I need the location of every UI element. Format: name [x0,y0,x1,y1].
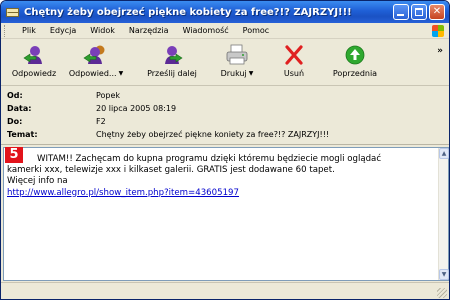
print-button[interactable]: Drukuj ▼ [219,44,255,78]
scroll-down-arrow-icon[interactable]: ▼ [439,269,449,280]
forward-label: Prześlij dalej [147,69,197,78]
step-number-badge: 5 [5,147,23,163]
reply-button[interactable]: Odpowiedz [9,44,59,78]
title-bar[interactable]: Chętny żeby obejrzeć piękne kobiety za f… [1,1,449,23]
menu-bar: Plik Edycja Widok Narzędzia Wiadomość Po… [1,23,449,39]
reply-label: Odpowiedz [11,69,57,78]
message-link[interactable]: http://www.allegro.pl/show_item.php?item… [7,188,239,198]
forward-icon [160,44,184,66]
to-value: F2 [96,116,106,126]
window-controls: ✕ [393,4,445,20]
subject-label: Temat: [7,129,38,139]
reply-all-button[interactable]: Odpowied... ▼ [63,44,129,78]
message-line-3: Więcej info na [7,176,68,187]
menu-tools[interactable]: Narzędzia [122,26,176,35]
reply-all-dropdown-icon[interactable]: ▼ [119,70,124,77]
menu-file[interactable]: Plik [15,26,43,35]
previous-arrow-icon [344,44,366,66]
delete-x-icon [283,44,305,66]
window-title: Chętny żeby obejrzeć piękne kobiety za f… [24,6,352,18]
reply-all-label: Odpowied... [68,69,117,78]
toolbar: Odpowiedz Odpowied... ▼ Prześlij dalej D… [1,40,449,86]
minimize-button[interactable] [393,4,409,20]
print-dropdown-icon[interactable]: ▼ [249,70,254,77]
print-label: Drukuj [220,69,247,78]
date-label: Data: [7,103,32,113]
header-to: Do: F2 [7,115,106,127]
envelope-icon [6,7,20,18]
header-subject: Temat: Chętny żeby obejrzeć piękne konie… [7,128,329,140]
from-label: Od: [7,90,23,100]
scroll-up-arrow-icon[interactable]: ▲ [439,148,449,159]
vertical-scrollbar[interactable]: ▲ ▼ [438,148,449,280]
windows-logo-icon [431,24,445,38]
menu-message[interactable]: Wiadomość [176,26,236,35]
menu-edit[interactable]: Edycja [43,26,83,35]
to-label: Do: [7,116,23,126]
previous-button[interactable]: Poprzednia [331,44,379,78]
message-line-1: WITAM!! Zachęcam do kupna programu dzięk… [37,154,382,164]
delete-label: Usuń [283,69,305,78]
maximize-button[interactable] [411,4,427,20]
menu-grip [4,24,7,37]
menu-help[interactable]: Pomoc [236,26,277,35]
email-window: Chętny żeby obejrzeć piękne kobiety za f… [0,0,450,300]
message-headers: Od: Popek Data: 20 lipca 2005 08:19 Do: … [1,87,449,145]
forward-button[interactable]: Prześlij dalej [139,44,205,78]
previous-label: Poprzednia [332,69,378,78]
minimize-icon [397,14,404,16]
printer-icon [225,44,249,66]
reply-all-icon [83,44,109,66]
header-from: Od: Popek [7,89,120,101]
maximize-icon [415,8,423,16]
close-button[interactable]: ✕ [429,4,445,20]
toolbar-overflow-icon[interactable]: » [437,46,443,56]
reply-icon [22,44,46,66]
message-line-2: kamerki xxx, telewizje xxx i kilkaset ga… [7,165,335,176]
subject-value: Chętny żeby obejrzeć piękne koniety za f… [96,129,330,139]
header-date: Data: 20 lipca 2005 08:19 [7,102,176,114]
date-value: 20 lipca 2005 08:19 [96,103,177,113]
message-body[interactable]: WITAM!! Zachęcam do kupna programu dzięk… [3,147,449,281]
message-text: WITAM!! Zachęcam do kupna programu dzięk… [7,154,427,199]
status-bar [1,282,449,299]
resize-grip-icon[interactable] [437,288,447,298]
from-value: Popek [96,90,121,100]
menu-view[interactable]: Widok [83,26,122,35]
delete-button[interactable]: Usuń [279,44,309,78]
close-icon: ✕ [432,6,442,17]
